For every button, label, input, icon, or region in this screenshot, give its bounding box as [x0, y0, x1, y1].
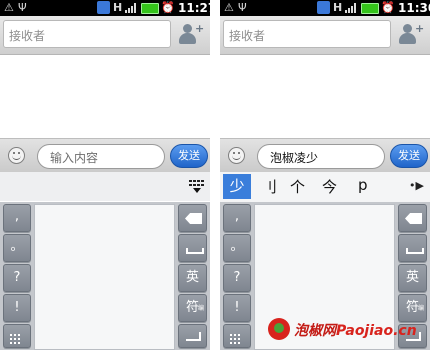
recipient-placeholder: 接收者 [9, 29, 46, 43]
phone-screen-right: ⚠ Ψ H ⏰ 11:30 接收者 + 少 泡椒凌少 发送 少 刂 个 今 p … [220, 0, 430, 350]
candidate-item[interactable]: 刂 [262, 176, 277, 197]
emoji-icon[interactable] [8, 147, 25, 164]
compose-bar: 输入内容 发送 [0, 138, 210, 173]
signal-icon [345, 3, 357, 13]
key-english[interactable]: 英 [398, 264, 427, 292]
handwriting-keyboard: , 。 ? ! 英 符 编 [0, 202, 210, 350]
handwriting-area[interactable] [34, 204, 175, 350]
keyboard-hide-icon[interactable] [188, 178, 206, 196]
status-time: 11:27 [178, 1, 210, 15]
watermark: 泡椒网Paojiao.cn [268, 316, 428, 348]
emoji-icon[interactable] [228, 147, 245, 164]
backspace-icon [405, 213, 422, 224]
add-contact-icon[interactable]: + [396, 22, 426, 48]
key-backspace[interactable] [398, 204, 427, 232]
message-input[interactable]: 泡椒凌少 [257, 144, 385, 169]
key-exclamation[interactable]: ! [223, 294, 251, 322]
message-text: 泡椒凌少 [270, 151, 319, 165]
alarm-icon: ⏰ [161, 1, 175, 14]
key-period[interactable]: 。 [223, 234, 251, 262]
message-placeholder: 输入内容 [50, 151, 99, 165]
key-comma[interactable]: , [223, 204, 251, 232]
status-bar: ⚠ Ψ H ⏰ 11:30 [220, 0, 430, 16]
app-notification-icon [317, 1, 330, 14]
status-time: 11:30 [398, 1, 430, 15]
key-symbols-sup: 编 [197, 305, 204, 312]
candidate-selected[interactable]: 少 [223, 174, 251, 199]
alert-icon: ⚠ [4, 1, 14, 14]
space-icon [186, 248, 204, 254]
recipient-input[interactable]: 接收者 [223, 20, 391, 48]
key-grid[interactable] [3, 324, 31, 348]
battery-icon [141, 3, 159, 14]
alarm-icon: ⏰ [381, 1, 395, 14]
recipient-bar: 接收者 + [0, 16, 210, 55]
signal-icon [125, 3, 137, 13]
candidate-item[interactable]: p [358, 176, 368, 194]
grid-icon [10, 334, 22, 344]
candidate-more-icon[interactable]: •▶ [409, 179, 424, 192]
key-space[interactable] [178, 234, 207, 262]
network-type: H [113, 1, 123, 14]
candidate-item[interactable]: 个 [290, 176, 305, 197]
candidate-bar: 少 刂 个 今 p •▶ [220, 172, 430, 203]
alert-icon: ⚠ [224, 1, 234, 14]
key-comma[interactable]: , [3, 204, 31, 232]
candidate-item[interactable]: 今 [322, 176, 337, 197]
phone-screen-left: ⚠ Ψ H ⏰ 11:27 接收者 + 输入内容 发送 , 。 [0, 0, 210, 350]
app-notification-icon [97, 1, 110, 14]
send-button[interactable]: 发送 [170, 144, 208, 168]
usb-icon: Ψ [238, 1, 247, 14]
add-contact-icon[interactable]: + [176, 22, 206, 48]
backspace-icon [185, 213, 202, 224]
message-input[interactable]: 输入内容 [37, 144, 165, 169]
watermark-text: 泡椒网Paojiao.cn [294, 323, 417, 339]
key-backspace[interactable] [178, 204, 207, 232]
battery-icon [361, 3, 379, 14]
compose-bar: 泡椒凌少 发送 [220, 138, 430, 173]
recipient-placeholder: 接收者 [229, 29, 266, 43]
key-english[interactable]: 英 [178, 264, 207, 292]
send-button[interactable]: 发送 [390, 144, 428, 168]
recipient-input[interactable]: 接收者 [3, 20, 171, 48]
key-symbols[interactable]: 符 编 [178, 294, 207, 322]
usb-icon: Ψ [18, 1, 27, 14]
key-period[interactable]: 。 [3, 234, 31, 262]
key-space[interactable] [398, 234, 427, 262]
network-type: H [333, 1, 343, 14]
pepper-logo-icon [268, 318, 290, 340]
key-grid[interactable] [223, 324, 251, 348]
recipient-bar: 接收者 + [220, 16, 430, 55]
space-icon [406, 248, 424, 254]
key-enter[interactable] [178, 324, 207, 348]
enter-icon [186, 332, 201, 341]
key-question[interactable]: ? [3, 264, 31, 292]
grid-icon [230, 334, 242, 344]
key-question[interactable]: ? [223, 264, 251, 292]
key-exclamation[interactable]: ! [3, 294, 31, 322]
status-bar: ⚠ Ψ H ⏰ 11:27 [0, 0, 210, 16]
keyboard-toolbar [0, 172, 210, 201]
